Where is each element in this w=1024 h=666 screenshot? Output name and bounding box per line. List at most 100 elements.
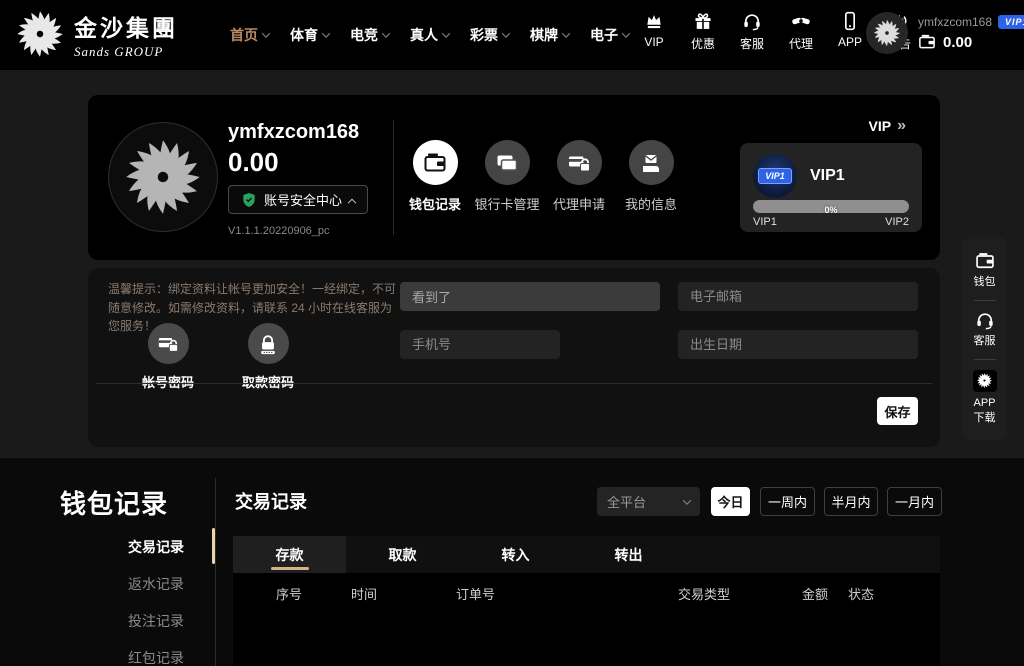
section-title: 钱包记录 bbox=[60, 484, 168, 521]
content-band: ymfxzcom168 0.00 账号安全中心 V1.1.1.20220906_… bbox=[0, 70, 1024, 458]
divider bbox=[393, 120, 394, 235]
quick-promotions[interactable]: 优惠 bbox=[685, 11, 721, 52]
column-header-type: 交易类型 bbox=[678, 584, 730, 603]
headset-icon bbox=[975, 310, 995, 330]
quick-vip[interactable]: VIP bbox=[636, 11, 672, 52]
account-security-button[interactable]: 账号安全中心 bbox=[228, 185, 368, 214]
account-password-button[interactable]: 帐号密码 bbox=[133, 323, 203, 391]
nav-item-live[interactable]: 真人 bbox=[410, 25, 449, 45]
phone-field[interactable] bbox=[400, 330, 560, 359]
column-header-order: 订单号 bbox=[456, 584, 495, 603]
email-field[interactable] bbox=[678, 282, 918, 311]
logo-title: 金沙集團 bbox=[74, 9, 178, 43]
card-lock-icon bbox=[157, 333, 179, 355]
wallet-balance[interactable]: 0.00 bbox=[918, 33, 1024, 51]
headset-icon bbox=[742, 11, 762, 31]
logo-subtitle: Sands GROUP bbox=[74, 44, 178, 60]
menu-item-bets[interactable]: 投注记录 bbox=[40, 611, 200, 631]
divider bbox=[974, 359, 996, 360]
nav-item-chess[interactable]: 棋牌 bbox=[530, 25, 569, 45]
transaction-tabs: 存款 取款 转入 转出 bbox=[233, 536, 940, 573]
birthday-field[interactable] bbox=[678, 330, 918, 359]
nav-item-esports[interactable]: 电竞 bbox=[350, 25, 389, 45]
chevron-down-icon bbox=[442, 29, 450, 37]
profile-username: ymfxzcom168 bbox=[228, 121, 359, 144]
password-shortcuts: 帐号密码 取款密码 bbox=[133, 323, 303, 391]
filter-week-button[interactable]: 一周内 bbox=[760, 487, 815, 516]
user-block: ymfxzcom168 VIP1 0.00 bbox=[866, 12, 1024, 54]
withdraw-password-button[interactable]: 取款密码 bbox=[233, 323, 303, 391]
vip-range-to: VIP2 bbox=[885, 216, 909, 228]
sidebar-service[interactable]: 客服 bbox=[974, 310, 996, 349]
menu-item-transactions[interactable]: 交易记录 bbox=[40, 537, 200, 557]
double-arrow-icon: » bbox=[897, 117, 906, 135]
realname-field[interactable] bbox=[400, 282, 660, 311]
handshake-icon bbox=[791, 11, 811, 31]
save-button[interactable]: 保存 bbox=[877, 397, 918, 425]
column-header-index: 序号 bbox=[276, 584, 302, 603]
sunburst-avatar-icon bbox=[121, 135, 205, 219]
gift-icon bbox=[693, 11, 713, 31]
chevron-down-icon bbox=[562, 29, 570, 37]
column-header-amount: 金额 bbox=[802, 584, 828, 603]
site-logo[interactable]: 金沙集團 Sands GROUP bbox=[14, 8, 178, 60]
sidebar-app-download[interactable]: APP 下载 bbox=[973, 370, 997, 427]
filter-halfmonth-button[interactable]: 半月内 bbox=[824, 487, 878, 516]
wallet-icon bbox=[423, 151, 447, 175]
my-info-icon bbox=[639, 151, 663, 175]
bank-cards-icon bbox=[495, 151, 519, 175]
nav-item-slots[interactable]: 电子 bbox=[590, 25, 629, 45]
nav-item-lottery[interactable]: 彩票 bbox=[470, 25, 509, 45]
vip-level-label: VIP1 bbox=[810, 167, 845, 185]
header-username: ymfxzcom168 bbox=[918, 15, 992, 29]
vip-badge: VIP1 bbox=[998, 15, 1024, 29]
tab-withdraw[interactable]: 取款 bbox=[346, 536, 459, 573]
profile-form-card: 温馨提示：绑定资料让帐号更加安全！一经绑定，不可随意修改。如需修改资料，请联系 … bbox=[88, 268, 940, 447]
profile-card: ymfxzcom168 0.00 账号安全中心 V1.1.1.20220906_… bbox=[88, 95, 940, 260]
column-header-time: 时间 bbox=[351, 584, 377, 603]
nav-item-home[interactable]: 首页 bbox=[230, 25, 269, 45]
avatar[interactable] bbox=[866, 12, 908, 54]
main-nav: 首页 体育 电竞 真人 彩票 棋牌 电子 bbox=[230, 0, 629, 70]
quick-app[interactable]: APP bbox=[832, 11, 868, 52]
top-bar: 金沙集團 Sands GROUP 首页 体育 电竞 真人 彩票 棋牌 电子 VI… bbox=[0, 0, 1024, 70]
quick-agent[interactable]: 代理 bbox=[783, 11, 819, 52]
column-header-status: 状态 bbox=[848, 584, 874, 603]
shortcut-my-info[interactable]: 我的信息 bbox=[616, 140, 686, 213]
filter-today-button[interactable]: 今日 bbox=[711, 487, 750, 516]
divider bbox=[215, 478, 216, 666]
menu-item-rebates[interactable]: 返水记录 bbox=[40, 574, 200, 594]
nav-item-sports[interactable]: 体育 bbox=[290, 25, 329, 45]
sidebar-wallet[interactable]: 钱包 bbox=[974, 251, 996, 290]
profile-avatar[interactable] bbox=[108, 122, 218, 232]
chevron-down-icon bbox=[262, 29, 270, 37]
sunburst-avatar-icon bbox=[872, 18, 902, 48]
wallet-icon bbox=[918, 33, 936, 51]
shortcut-wallet-records[interactable]: 钱包记录 bbox=[400, 140, 470, 213]
page: 金沙集團 Sands GROUP 首页 体育 电竞 真人 彩票 棋牌 电子 VI… bbox=[0, 0, 1024, 666]
platform-select[interactable]: 全平台 bbox=[597, 487, 700, 516]
card-lock-icon bbox=[567, 151, 591, 175]
menu-item-redpackets[interactable]: 红包记录 bbox=[40, 648, 200, 666]
app-logo-icon bbox=[973, 370, 997, 392]
vip-link[interactable]: VIP » bbox=[869, 117, 906, 135]
tab-transfer-in[interactable]: 转入 bbox=[459, 536, 572, 573]
profile-shortcuts: 钱包记录 银行卡管理 代理申请 我的信息 bbox=[400, 140, 686, 213]
sunburst-logo-icon bbox=[14, 8, 66, 60]
version-label: V1.1.1.20220906_pc bbox=[228, 225, 330, 237]
quick-service[interactable]: 客服 bbox=[734, 11, 770, 52]
vip-progress-bar: 0% bbox=[753, 200, 909, 213]
wallet-icon bbox=[975, 251, 995, 271]
chevron-down-icon bbox=[382, 29, 390, 37]
balance-value: 0.00 bbox=[943, 34, 972, 51]
phone-icon bbox=[840, 11, 860, 31]
tab-transfer-out[interactable]: 转出 bbox=[572, 536, 685, 573]
divider bbox=[96, 383, 932, 384]
shortcut-agent-apply[interactable]: 代理申请 bbox=[544, 140, 614, 213]
filter-month-button[interactable]: 一月内 bbox=[887, 487, 942, 516]
crown-icon bbox=[644, 11, 664, 31]
vip-badge-circle: VIP1 bbox=[753, 154, 797, 198]
profile-balance: 0.00 bbox=[228, 147, 279, 178]
tab-deposit[interactable]: 存款 bbox=[233, 536, 346, 573]
shortcut-bank-cards[interactable]: 银行卡管理 bbox=[472, 140, 542, 213]
